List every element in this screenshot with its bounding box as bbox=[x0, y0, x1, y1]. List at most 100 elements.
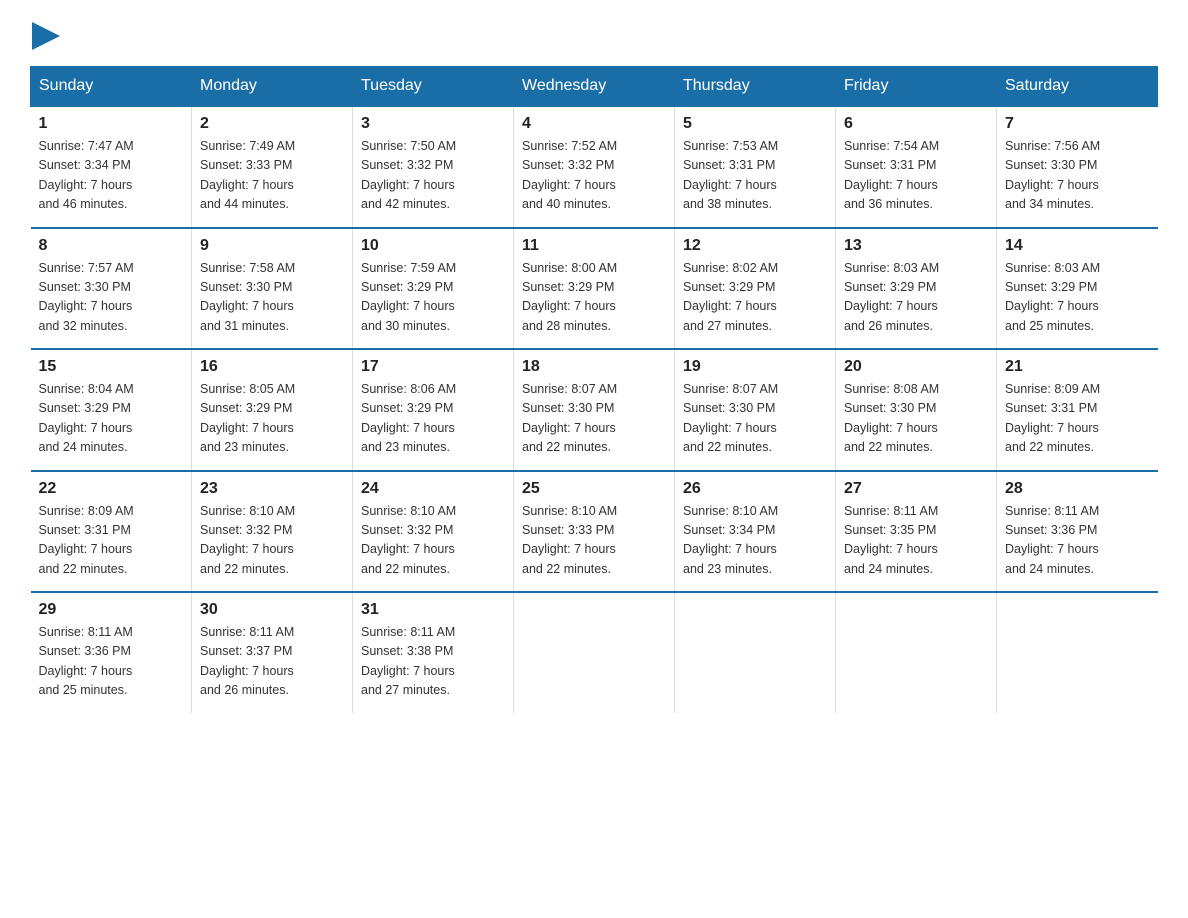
calendar-cell: 30 Sunrise: 8:11 AM Sunset: 3:37 PM Dayli… bbox=[192, 592, 353, 713]
calendar-cell: 16 Sunrise: 8:05 AM Sunset: 3:29 PM Dayli… bbox=[192, 349, 353, 471]
calendar-cell: 5Sunrise: 7:53 AM Sunset: 3:31 PM Daylig… bbox=[675, 106, 836, 228]
weekday-header-wednesday: Wednesday bbox=[514, 67, 675, 107]
day-number: 4 bbox=[522, 115, 666, 133]
day-info: Sunrise: 8:02 AM Sunset: 3:29 PM Dayligh… bbox=[683, 259, 827, 337]
calendar-week-row: 8 Sunrise: 7:57 AM Sunset: 3:30 PM Daylig… bbox=[31, 228, 1158, 350]
day-number: 13 bbox=[844, 237, 988, 255]
day-number: 1 bbox=[39, 115, 184, 133]
calendar-cell bbox=[514, 592, 675, 713]
day-info: Sunrise: 8:00 AM Sunset: 3:29 PM Dayligh… bbox=[522, 259, 666, 337]
day-info: Sunrise: 7:58 AM Sunset: 3:30 PM Dayligh… bbox=[200, 259, 344, 337]
day-info: Sunrise: 8:06 AM Sunset: 3:29 PM Dayligh… bbox=[361, 380, 505, 458]
day-number: 18 bbox=[522, 358, 666, 376]
day-number: 24 bbox=[361, 480, 505, 498]
day-info: Sunrise: 7:54 AM Sunset: 3:31 PM Dayligh… bbox=[844, 137, 988, 215]
day-number: 9 bbox=[200, 237, 344, 255]
calendar-cell: 29 Sunrise: 8:11 AM Sunset: 3:36 PM Dayli… bbox=[31, 592, 192, 713]
day-info: Sunrise: 7:52 AM Sunset: 3:32 PM Dayligh… bbox=[522, 137, 666, 215]
calendar-cell: 7Sunrise: 7:56 AM Sunset: 3:30 PM Daylig… bbox=[997, 106, 1158, 228]
calendar-week-row: 15 Sunrise: 8:04 AM Sunset: 3:29 PM Dayli… bbox=[31, 349, 1158, 471]
day-info: Sunrise: 8:11 AM Sunset: 3:36 PM Dayligh… bbox=[39, 623, 184, 701]
calendar-cell: 11 Sunrise: 8:00 AM Sunset: 3:29 PM Dayli… bbox=[514, 228, 675, 350]
day-info: Sunrise: 8:10 AM Sunset: 3:32 PM Dayligh… bbox=[200, 502, 344, 580]
day-info: Sunrise: 8:09 AM Sunset: 3:31 PM Dayligh… bbox=[1005, 380, 1150, 458]
day-info: Sunrise: 8:05 AM Sunset: 3:29 PM Dayligh… bbox=[200, 380, 344, 458]
day-number: 31 bbox=[361, 601, 505, 619]
day-info: Sunrise: 8:10 AM Sunset: 3:34 PM Dayligh… bbox=[683, 502, 827, 580]
weekday-header-tuesday: Tuesday bbox=[353, 67, 514, 107]
calendar-cell: 2 Sunrise: 7:49 AM Sunset: 3:33 PM Daylig… bbox=[192, 106, 353, 228]
calendar-cell: 14 Sunrise: 8:03 AM Sunset: 3:29 PM Dayli… bbox=[997, 228, 1158, 350]
day-number: 7 bbox=[1005, 115, 1150, 133]
day-number: 20 bbox=[844, 358, 988, 376]
calendar-cell: 18 Sunrise: 8:07 AM Sunset: 3:30 PM Dayli… bbox=[514, 349, 675, 471]
weekday-header-friday: Friday bbox=[836, 67, 997, 107]
day-number: 15 bbox=[39, 358, 184, 376]
day-number: 26 bbox=[683, 480, 827, 498]
calendar-cell bbox=[997, 592, 1158, 713]
day-info: Sunrise: 8:11 AM Sunset: 3:37 PM Dayligh… bbox=[200, 623, 344, 701]
calendar-week-row: 1Sunrise: 7:47 AM Sunset: 3:34 PM Daylig… bbox=[31, 106, 1158, 228]
calendar-cell: 28 Sunrise: 8:11 AM Sunset: 3:36 PM Dayli… bbox=[997, 471, 1158, 593]
page-header bbox=[30, 20, 1158, 46]
day-number: 29 bbox=[39, 601, 184, 619]
calendar-cell: 13 Sunrise: 8:03 AM Sunset: 3:29 PM Dayli… bbox=[836, 228, 997, 350]
day-number: 3 bbox=[361, 115, 505, 133]
calendar-cell: 10Sunrise: 7:59 AM Sunset: 3:29 PM Dayli… bbox=[353, 228, 514, 350]
calendar-cell: 19Sunrise: 8:07 AM Sunset: 3:30 PM Dayli… bbox=[675, 349, 836, 471]
calendar-week-row: 22 Sunrise: 8:09 AM Sunset: 3:31 PM Dayli… bbox=[31, 471, 1158, 593]
day-number: 6 bbox=[844, 115, 988, 133]
day-info: Sunrise: 8:03 AM Sunset: 3:29 PM Dayligh… bbox=[1005, 259, 1150, 337]
calendar-cell: 21 Sunrise: 8:09 AM Sunset: 3:31 PM Dayli… bbox=[997, 349, 1158, 471]
day-info: Sunrise: 8:08 AM Sunset: 3:30 PM Dayligh… bbox=[844, 380, 988, 458]
day-number: 10 bbox=[361, 237, 505, 255]
logo-triangle-icon bbox=[32, 22, 60, 50]
calendar-cell: 24 Sunrise: 8:10 AM Sunset: 3:32 PM Dayli… bbox=[353, 471, 514, 593]
day-info: Sunrise: 8:04 AM Sunset: 3:29 PM Dayligh… bbox=[39, 380, 184, 458]
day-number: 16 bbox=[200, 358, 344, 376]
day-number: 12 bbox=[683, 237, 827, 255]
calendar-cell bbox=[675, 592, 836, 713]
day-number: 5 bbox=[683, 115, 827, 133]
day-number: 21 bbox=[1005, 358, 1150, 376]
calendar-cell: 8 Sunrise: 7:57 AM Sunset: 3:30 PM Daylig… bbox=[31, 228, 192, 350]
weekday-header-saturday: Saturday bbox=[997, 67, 1158, 107]
day-number: 17 bbox=[361, 358, 505, 376]
calendar-cell: 3 Sunrise: 7:50 AM Sunset: 3:32 PM Daylig… bbox=[353, 106, 514, 228]
calendar-cell: 1Sunrise: 7:47 AM Sunset: 3:34 PM Daylig… bbox=[31, 106, 192, 228]
day-info: Sunrise: 8:03 AM Sunset: 3:29 PM Dayligh… bbox=[844, 259, 988, 337]
logo bbox=[30, 20, 60, 46]
calendar-cell: 4 Sunrise: 7:52 AM Sunset: 3:32 PM Daylig… bbox=[514, 106, 675, 228]
calendar-cell: 31Sunrise: 8:11 AM Sunset: 3:38 PM Dayli… bbox=[353, 592, 514, 713]
calendar-cell: 20 Sunrise: 8:08 AM Sunset: 3:30 PM Dayli… bbox=[836, 349, 997, 471]
calendar-cell: 12 Sunrise: 8:02 AM Sunset: 3:29 PM Dayli… bbox=[675, 228, 836, 350]
day-info: Sunrise: 8:07 AM Sunset: 3:30 PM Dayligh… bbox=[522, 380, 666, 458]
day-number: 23 bbox=[200, 480, 344, 498]
calendar-cell: 17 Sunrise: 8:06 AM Sunset: 3:29 PM Dayli… bbox=[353, 349, 514, 471]
day-info: Sunrise: 7:57 AM Sunset: 3:30 PM Dayligh… bbox=[39, 259, 184, 337]
day-info: Sunrise: 7:50 AM Sunset: 3:32 PM Dayligh… bbox=[361, 137, 505, 215]
day-number: 25 bbox=[522, 480, 666, 498]
day-number: 22 bbox=[39, 480, 184, 498]
day-info: Sunrise: 8:11 AM Sunset: 3:35 PM Dayligh… bbox=[844, 502, 988, 580]
day-number: 27 bbox=[844, 480, 988, 498]
day-number: 11 bbox=[522, 237, 666, 255]
day-info: Sunrise: 8:10 AM Sunset: 3:33 PM Dayligh… bbox=[522, 502, 666, 580]
day-number: 28 bbox=[1005, 480, 1150, 498]
weekday-header-sunday: Sunday bbox=[31, 67, 192, 107]
calendar-cell: 23 Sunrise: 8:10 AM Sunset: 3:32 PM Dayli… bbox=[192, 471, 353, 593]
day-info: Sunrise: 7:49 AM Sunset: 3:33 PM Dayligh… bbox=[200, 137, 344, 215]
day-number: 8 bbox=[39, 237, 184, 255]
day-number: 2 bbox=[200, 115, 344, 133]
calendar-cell: 15 Sunrise: 8:04 AM Sunset: 3:29 PM Dayli… bbox=[31, 349, 192, 471]
calendar-cell: 9 Sunrise: 7:58 AM Sunset: 3:30 PM Daylig… bbox=[192, 228, 353, 350]
day-number: 14 bbox=[1005, 237, 1150, 255]
calendar-cell: 27 Sunrise: 8:11 AM Sunset: 3:35 PM Dayli… bbox=[836, 471, 997, 593]
day-info: Sunrise: 8:10 AM Sunset: 3:32 PM Dayligh… bbox=[361, 502, 505, 580]
day-info: Sunrise: 8:09 AM Sunset: 3:31 PM Dayligh… bbox=[39, 502, 184, 580]
weekday-header-thursday: Thursday bbox=[675, 67, 836, 107]
day-number: 30 bbox=[200, 601, 344, 619]
calendar-table: SundayMondayTuesdayWednesdayThursdayFrid… bbox=[30, 66, 1158, 713]
day-info: Sunrise: 8:11 AM Sunset: 3:36 PM Dayligh… bbox=[1005, 502, 1150, 580]
calendar-cell: 22 Sunrise: 8:09 AM Sunset: 3:31 PM Dayli… bbox=[31, 471, 192, 593]
